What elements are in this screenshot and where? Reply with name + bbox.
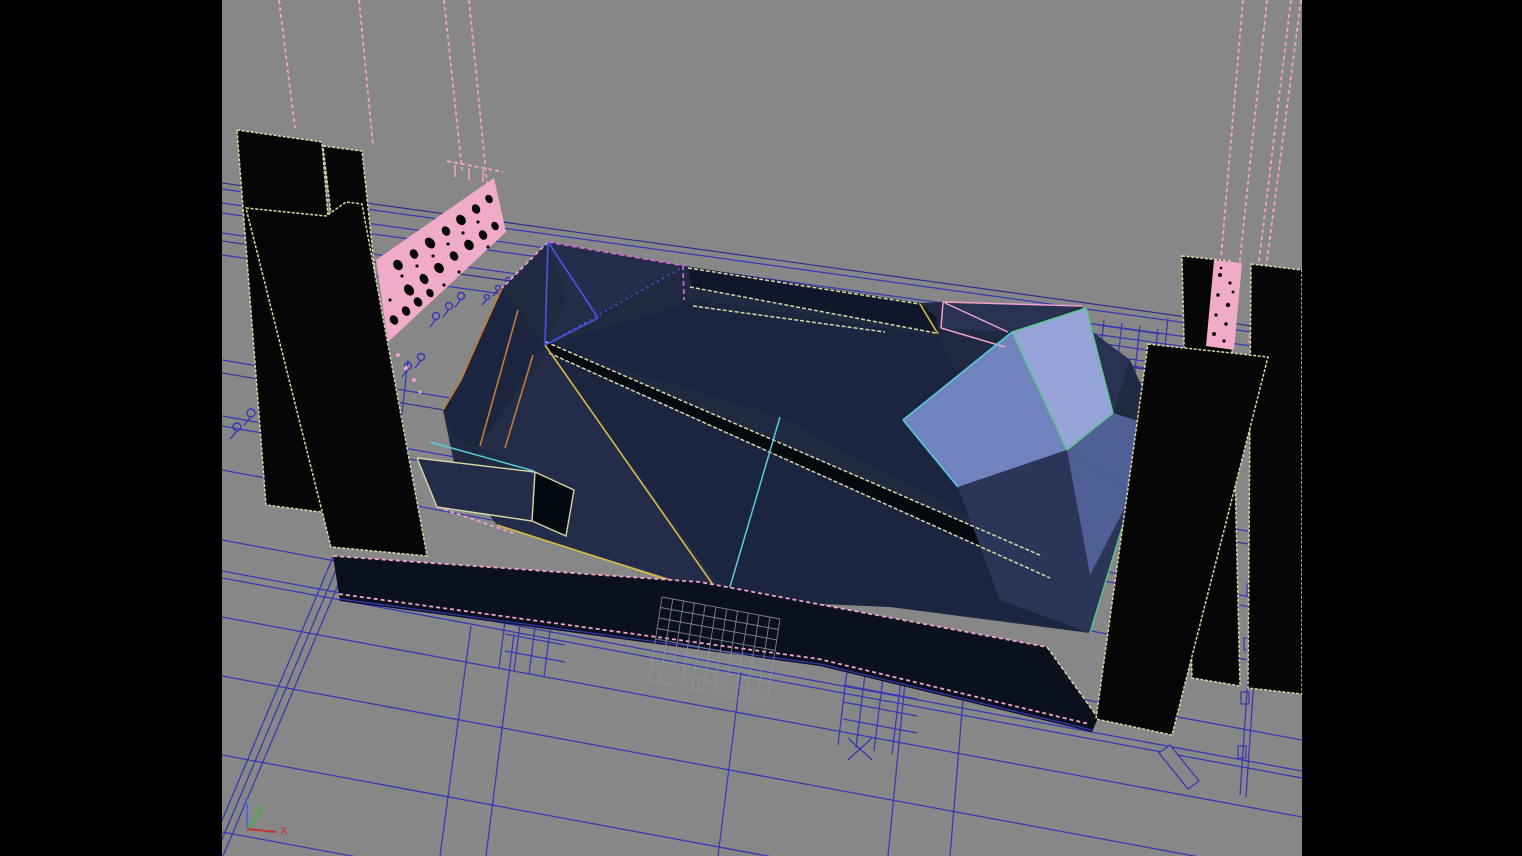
axis-x-label: x: [280, 823, 287, 837]
axis-z-label: z: [241, 795, 248, 809]
pillar-right-edge[interactable]: [1248, 264, 1302, 694]
viewport-window: z y x: [0, 0, 1522, 856]
axis-y-label: y: [256, 801, 263, 815]
viewport-canvas[interactable]: z y x: [0, 0, 1522, 856]
letterbox-left: [0, 0, 222, 856]
letterbox-right: [1302, 0, 1522, 856]
